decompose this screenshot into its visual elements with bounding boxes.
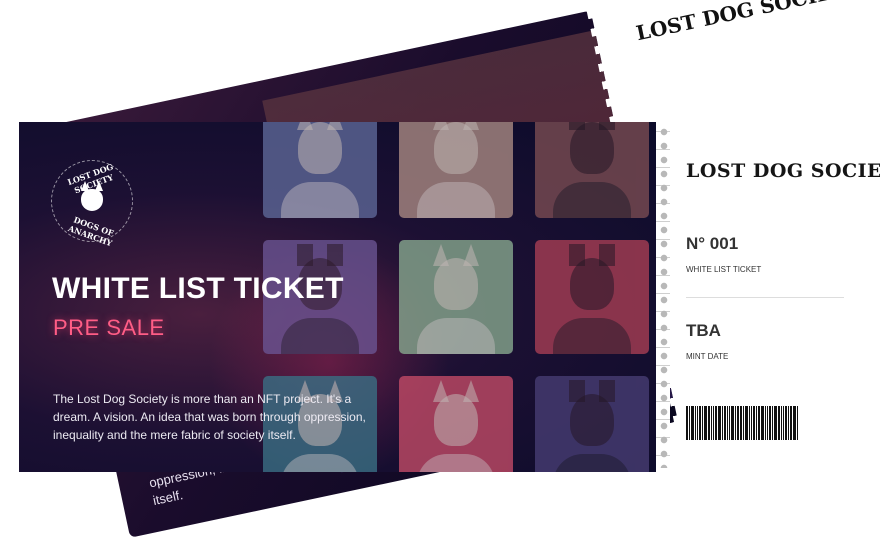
dog-dog-body — [553, 182, 631, 218]
nft-tile — [399, 240, 513, 354]
barcode-bar — [686, 406, 688, 440]
barcode — [686, 406, 844, 440]
barcode-bar — [729, 406, 730, 440]
barcode-bar — [727, 406, 728, 440]
barcode-bar — [735, 406, 736, 440]
dog-dog-head — [434, 394, 478, 446]
ticket-description: The Lost Dog Society is more than an NFT… — [53, 392, 366, 442]
barcode-bar — [756, 406, 757, 440]
barcode-bar — [708, 406, 710, 440]
barcode-bar — [697, 406, 698, 440]
barcode-bar — [751, 406, 752, 440]
mint-date-label: MINT DATE — [686, 352, 729, 361]
ticket-stub: LOST DOG SOCIETY N° 001 WHITE LIST TICKE… — [672, 122, 880, 472]
mint-date-value: TBA — [686, 321, 721, 340]
ticket-number-label: WHITE LIST TICKET — [686, 265, 762, 274]
dog-dog-head — [570, 258, 614, 310]
barcode-bar — [769, 406, 771, 440]
barcode-bar — [783, 406, 784, 440]
barcode-bar — [718, 406, 721, 440]
barcode-bar — [695, 406, 696, 440]
barcode-bar — [743, 406, 744, 440]
barcode-bar — [758, 406, 760, 440]
nft-tile — [535, 240, 649, 354]
barcode-bar — [704, 406, 707, 440]
barcode-bar — [753, 406, 755, 440]
society-logo: LOST DOG SOCIETY DOGS OF ANARCHY — [51, 160, 133, 248]
dog-dog-body — [281, 454, 359, 472]
logo-bottom-text: DOGS OF ANARCHY — [66, 214, 116, 249]
barcode-bar — [767, 406, 768, 440]
barcode-bar — [793, 406, 796, 440]
barcode-bar — [691, 406, 694, 440]
barcode-bar — [711, 406, 712, 440]
dog-dog-body — [281, 182, 359, 218]
stub-brand: LOST DOG SOCIETY — [686, 160, 880, 182]
barcode-bar — [713, 406, 714, 440]
dog-dog-body — [417, 318, 495, 354]
barcode-bar — [731, 406, 734, 440]
dog-dog-body — [553, 454, 631, 472]
ticket-number: N° 001 — [686, 234, 739, 253]
perforation-dots — [660, 128, 668, 468]
barcode-bar — [781, 406, 782, 440]
dog-dog-head — [434, 122, 478, 174]
barcode-bar — [774, 406, 777, 440]
barcode-bar — [788, 406, 789, 440]
barcode-bar — [749, 406, 750, 440]
barcode-bar — [761, 406, 764, 440]
nft-tile — [399, 122, 513, 218]
dog-dog-body — [417, 182, 495, 218]
barcode-bar — [740, 406, 742, 440]
barcode-bar — [765, 406, 766, 440]
barcode-bar — [745, 406, 748, 440]
barcode-bar — [724, 406, 726, 440]
dog-dog-head — [434, 258, 478, 310]
barcode-bar — [772, 406, 773, 440]
barcode-bar — [797, 406, 798, 440]
barcode-bar — [689, 406, 690, 440]
nft-tile — [535, 122, 649, 218]
dog-dog-head — [570, 394, 614, 446]
barcode-bar — [778, 406, 780, 440]
dog-dog-head — [570, 122, 614, 174]
nft-tile — [535, 376, 649, 472]
dog-dog-body — [281, 318, 359, 354]
dog-dog-head — [298, 122, 342, 174]
barcode-bar — [722, 406, 723, 440]
nft-tile — [399, 376, 513, 472]
barcode-bar — [737, 406, 739, 440]
dog-skull-icon — [81, 181, 103, 211]
back-ticket-brand: LOST DOG SOCIETY — [633, 0, 863, 46]
front-ticket: LOST DOG SOCIETY DOGS OF ANARCHY WHITE L… — [19, 122, 663, 472]
stub-divider — [686, 297, 844, 298]
nft-tile — [263, 122, 377, 218]
ticket-subtitle: PRE SALE — [53, 315, 165, 340]
barcode-bar — [715, 406, 717, 440]
barcode-bar — [785, 406, 787, 440]
barcode-bar — [790, 406, 792, 440]
dog-dog-body — [553, 318, 631, 354]
barcode-bar — [702, 406, 703, 440]
dog-dog-body — [417, 454, 495, 472]
barcode-bar — [699, 406, 701, 440]
ticket-title: WHITE LIST TICKET — [52, 272, 344, 305]
